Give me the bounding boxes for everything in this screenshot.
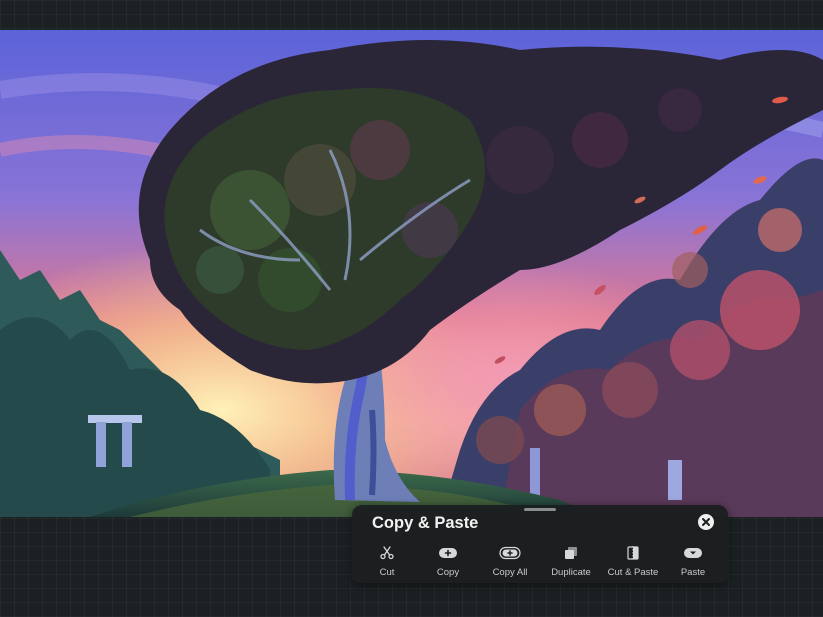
cut-button[interactable]: Cut: [352, 545, 422, 579]
paste-button[interactable]: Paste: [658, 545, 728, 579]
artwork-canvas[interactable]: [0, 30, 823, 517]
paste-chevron-icon: [684, 548, 702, 558]
plus-pill-icon: [439, 548, 457, 558]
tree-painting: [0, 30, 823, 517]
duplicate-button[interactable]: Duplicate: [536, 545, 606, 579]
copy-paste-panel: Copy & Paste Cut Copy Copy All Duplicate…: [352, 505, 728, 583]
action-row: Cut Copy Copy All Duplicate Cut & Paste …: [352, 545, 728, 579]
panel-title: Copy & Paste: [372, 514, 479, 532]
close-icon: [702, 518, 710, 526]
scissors-icon: [380, 546, 394, 560]
copy-all-label: Copy All: [492, 567, 528, 578]
copy-all-button[interactable]: Copy All: [475, 545, 545, 579]
paste-label: Paste: [680, 567, 706, 578]
copy-button[interactable]: Copy: [413, 545, 483, 579]
plus-pill-outline-icon: [499, 546, 521, 560]
cut-label: Cut: [379, 567, 395, 578]
split-layer-icon: [627, 546, 639, 560]
copy-label: Copy: [436, 567, 460, 578]
panel-drag-handle[interactable]: [524, 508, 556, 511]
close-button[interactable]: [698, 514, 714, 530]
duplicate-layers-icon: [565, 547, 577, 559]
duplicate-label: Duplicate: [551, 567, 591, 578]
